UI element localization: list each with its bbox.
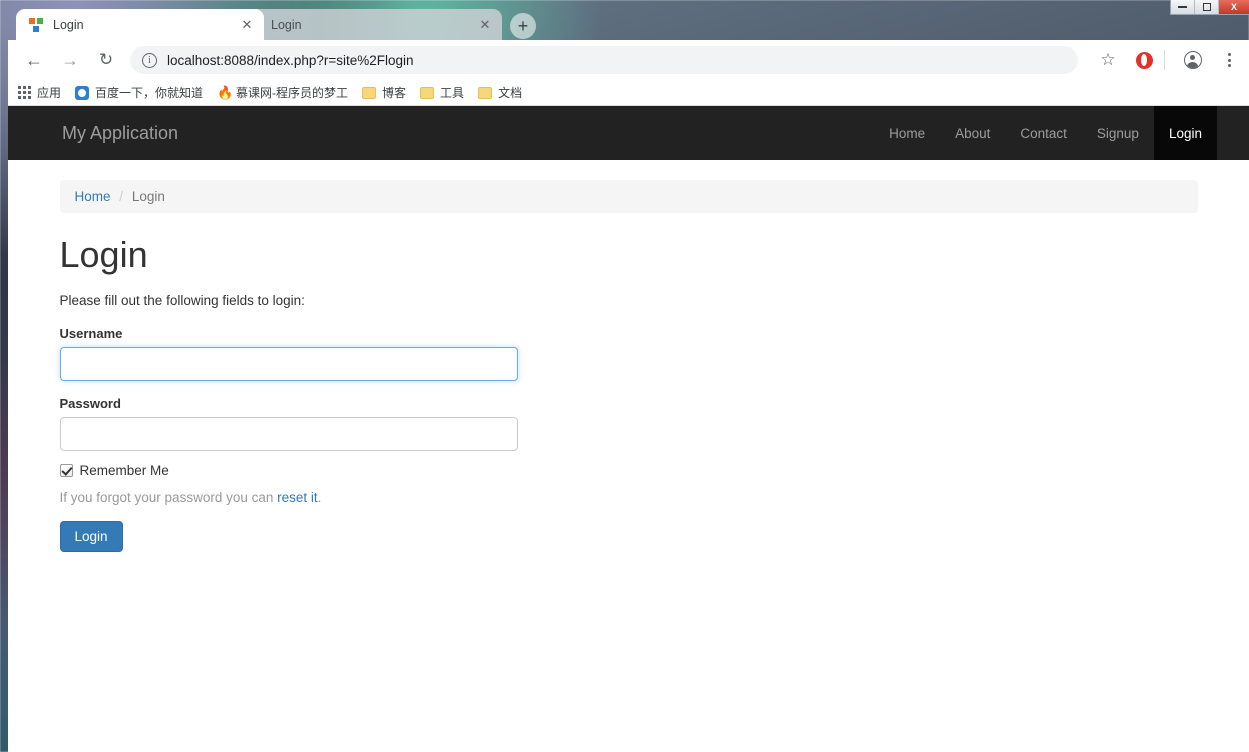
reset-password-link[interactable]: reset it — [277, 490, 318, 505]
nav-item-login[interactable]: Login — [1153, 106, 1217, 160]
opera-extension-icon[interactable] — [1130, 46, 1158, 74]
breadcrumb-home-link[interactable]: Home — [75, 189, 111, 204]
remember-me-row[interactable]: Remember Me — [59, 462, 1198, 478]
remember-me-checkbox[interactable] — [59, 463, 73, 477]
window-controls: X — [1170, 0, 1249, 15]
forgot-password-hint: If you forgot your password you can rese… — [60, 490, 1198, 505]
username-input[interactable] — [59, 346, 518, 381]
bookmark-imooc[interactable]: 🔥 慕课网-程序员的梦工 — [217, 84, 348, 101]
breadcrumb-current: Login — [131, 189, 165, 204]
nav-item-signup[interactable]: Signup — [1082, 106, 1154, 160]
bookmark-label: 慕课网-程序员的梦工 — [236, 86, 349, 100]
baidu-icon — [75, 85, 90, 100]
close-window-button[interactable]: X — [1219, 0, 1249, 14]
remember-me-label: Remember Me — [79, 462, 169, 478]
new-tab-button[interactable]: + — [510, 13, 536, 39]
nav-item-home[interactable]: Home — [874, 106, 940, 160]
close-icon[interactable]: ✕ — [238, 16, 256, 34]
password-form-group: Password — [59, 395, 1198, 451]
bookmark-apps[interactable]: 应用 — [18, 84, 61, 101]
folder-icon — [362, 86, 377, 99]
app-squares-icon — [28, 17, 44, 33]
login-form: Username Password Remember Me If you for… — [59, 325, 1198, 552]
site-brand[interactable]: My Application — [62, 123, 178, 144]
breadcrumb: Home / Login — [59, 180, 1198, 213]
bookmark-baidu[interactable]: 百度一下，你就知道 — [75, 84, 203, 101]
username-form-group: Username — [59, 325, 1198, 381]
browser-window: Login ✕ Login ✕ + X ← → ↻ i localhost:80… — [8, 0, 1249, 752]
toolbar-divider — [1164, 50, 1165, 70]
address-bar[interactable]: i localhost:8088/index.php?r=site%2Flogi… — [130, 46, 1078, 74]
page-viewport: My Application Home About Contact Signup… — [8, 106, 1249, 752]
reload-icon[interactable]: ↻ — [92, 46, 120, 74]
tab-title: Login — [53, 17, 84, 32]
site-navbar: My Application Home About Contact Signup… — [8, 106, 1249, 160]
password-input[interactable] — [59, 416, 518, 451]
bookmark-label: 应用 — [37, 86, 62, 100]
page-container: Home / Login Login Please fill out the f… — [59, 160, 1198, 552]
flame-icon: 🔥 — [217, 84, 234, 100]
page-title: Login — [59, 234, 148, 275]
bookmarks-bar: 应用 百度一下，你就知道 🔥 慕课网-程序员的梦工 博客 工具 文档 — [8, 80, 1249, 106]
nav-item-contact[interactable]: Contact — [1005, 106, 1082, 160]
folder-icon — [420, 86, 435, 99]
tab-title: Login — [271, 17, 302, 32]
bookmark-label: 百度一下，你就知道 — [95, 86, 204, 100]
apps-grid-icon — [18, 86, 31, 99]
browser-tab-1[interactable]: Login ✕ — [16, 9, 264, 40]
profile-avatar-icon[interactable] — [1179, 46, 1207, 74]
toolbar-right-actions: ☆ — [1086, 46, 1249, 74]
page-info-icon[interactable]: i — [142, 52, 157, 68]
bookmark-label: 文档 — [498, 86, 523, 100]
browser-tab-2[interactable]: Login ✕ — [234, 9, 502, 40]
forward-icon[interactable]: → — [56, 46, 84, 74]
site-nav-links: Home About Contact Signup Login — [874, 106, 1217, 160]
bookmark-blog[interactable]: 博客 — [362, 84, 406, 101]
close-icon[interactable]: ✕ — [476, 16, 494, 34]
folder-icon — [478, 86, 493, 99]
password-label: Password — [59, 395, 121, 411]
page-lead-text: Please fill out the following fields to … — [59, 292, 305, 308]
bookmark-star-icon[interactable]: ☆ — [1094, 46, 1122, 74]
url-text: localhost:8088/index.php?r=site%2Flogin — [167, 52, 414, 68]
minimize-icon[interactable] — [1171, 0, 1195, 14]
nav-item-about[interactable]: About — [940, 106, 1005, 160]
bookmark-label: 博客 — [382, 86, 407, 100]
breadcrumb-separator: / — [119, 189, 124, 204]
forgot-hint-prefix: If you forgot your password you can — [59, 489, 278, 505]
bookmark-tools[interactable]: 工具 — [420, 84, 464, 101]
username-label: Username — [59, 325, 123, 341]
maximize-icon[interactable] — [1195, 0, 1219, 14]
forgot-hint-suffix: . — [317, 489, 322, 505]
bookmark-docs[interactable]: 文档 — [478, 84, 522, 101]
bookmark-label: 工具 — [440, 86, 465, 100]
login-submit-button[interactable]: Login — [59, 520, 123, 552]
back-icon[interactable]: ← — [20, 46, 48, 74]
tab-strip: Login ✕ Login ✕ + X — [8, 0, 1249, 40]
browser-toolbar: ← → ↻ i localhost:8088/index.php?r=site%… — [8, 40, 1249, 80]
three-dot-menu-icon[interactable] — [1215, 46, 1243, 74]
